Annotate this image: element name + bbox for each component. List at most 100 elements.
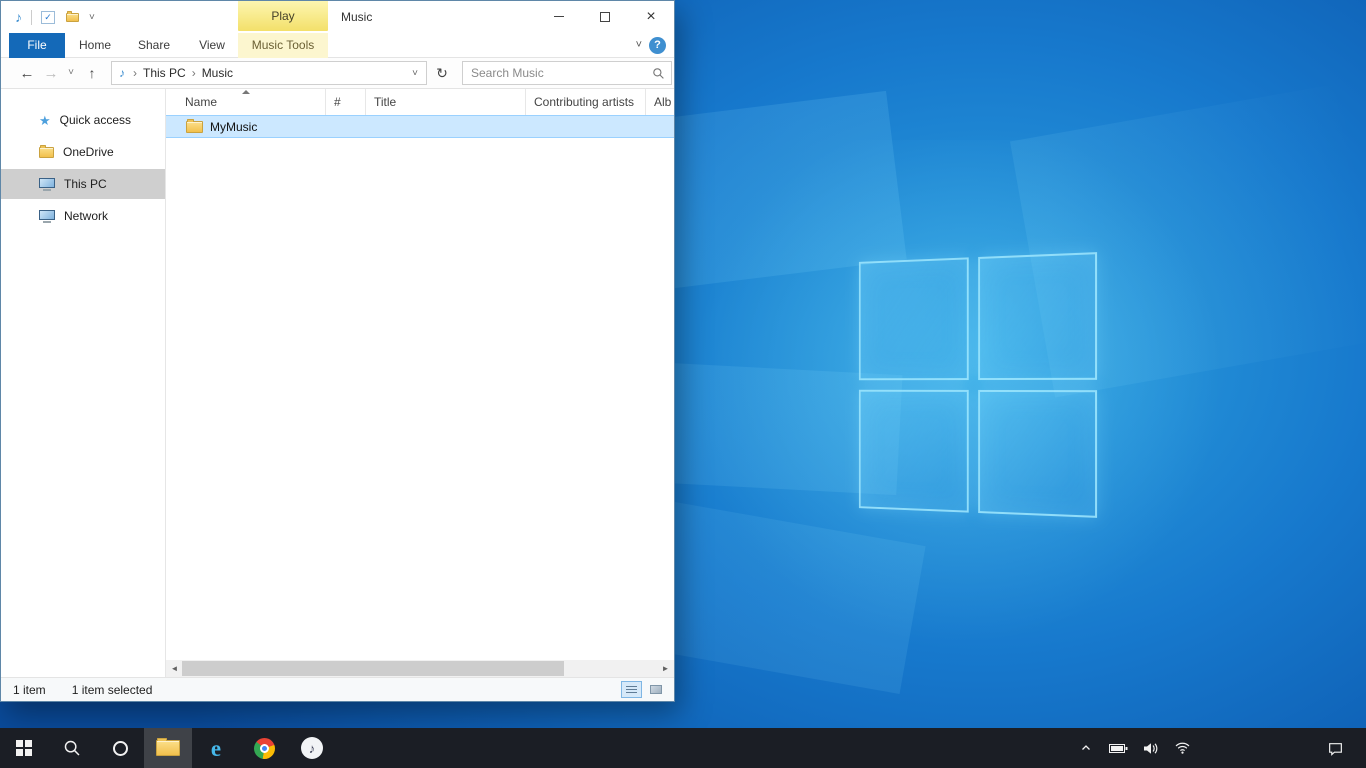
folder-icon: [186, 121, 203, 133]
close-button[interactable]: ×: [628, 1, 674, 32]
address-music-icon: ♪: [119, 66, 125, 80]
taskbar-file-explorer-button[interactable]: [144, 728, 192, 768]
windows-logo-pane: [978, 252, 1097, 380]
system-tray: [1076, 728, 1312, 768]
tab-file[interactable]: File: [9, 33, 65, 58]
sidebar-item-quick-access[interactable]: ★ Quick access: [1, 105, 165, 135]
sort-ascending-icon: [242, 90, 250, 94]
music-note-icon: ♪: [309, 742, 316, 755]
tab-home[interactable]: Home: [67, 33, 123, 58]
network-wifi-icon[interactable]: [1172, 734, 1192, 762]
qat-divider: [31, 10, 32, 25]
breadcrumb-separator-icon: ›: [186, 66, 202, 80]
contextual-tab-play[interactable]: Play: [238, 1, 328, 31]
titlebar[interactable]: ♪ ✓ ˅ Play Music ×: [1, 1, 674, 33]
qat-properties-icon[interactable]: ✓: [41, 11, 55, 24]
windows-logo-pane: [859, 390, 969, 513]
search-box[interactable]: [462, 61, 672, 85]
minimize-button[interactable]: [536, 1, 582, 32]
recent-locations-chevron-icon[interactable]: ˅: [63, 68, 79, 78]
column-header-title[interactable]: Title: [366, 89, 526, 115]
column-headers: Name # Title Contributing artists Alb: [166, 89, 674, 115]
thumbnails-view-button[interactable]: [645, 681, 666, 698]
taskbar-music-app-button[interactable]: ♪: [288, 728, 336, 768]
tab-share[interactable]: Share: [125, 33, 183, 58]
battery-icon[interactable]: [1108, 734, 1128, 762]
qat-customize-chevron-icon[interactable]: ˅: [89, 12, 95, 23]
taskbar-internet-explorer-button[interactable]: e: [192, 728, 240, 768]
tab-music-tools[interactable]: Music Tools: [238, 33, 328, 58]
forward-button[interactable]: →: [39, 66, 63, 81]
folder-icon: [39, 147, 54, 158]
network-icon: [39, 210, 55, 223]
sidebar-item-label: Network: [64, 209, 108, 223]
details-view-icon: [626, 686, 637, 693]
status-item-count: 1 item: [13, 683, 46, 697]
start-button[interactable]: [0, 728, 48, 768]
scroll-right-icon[interactable]: ►: [657, 660, 674, 677]
list-item-label: MyMusic: [210, 120, 257, 134]
details-view-button[interactable]: [621, 681, 642, 698]
taskbar: e ♪: [0, 728, 1366, 768]
breadcrumb-music[interactable]: Music: [202, 66, 233, 80]
breadcrumb-separator-icon: ›: [127, 66, 143, 80]
horizontal-scrollbar[interactable]: ◄ ►: [166, 660, 674, 677]
chrome-icon: [254, 738, 275, 759]
windows-logo-pane: [859, 257, 969, 380]
star-icon: ★: [39, 114, 51, 127]
tab-view[interactable]: View: [185, 33, 239, 58]
computer-icon: [39, 178, 55, 191]
breadcrumb-this-pc[interactable]: This PC: [143, 66, 186, 80]
file-list[interactable]: MyMusic: [166, 115, 674, 660]
taskbar-chrome-button[interactable]: [240, 728, 288, 768]
cortana-icon: [113, 741, 128, 756]
windows-logo-pane: [978, 390, 1097, 518]
search-icon: [652, 67, 665, 80]
column-header-album[interactable]: Alb: [646, 89, 674, 115]
help-button[interactable]: ?: [649, 37, 666, 54]
music-app-icon: ♪: [301, 737, 323, 759]
navigation-pane: ★ Quick access OneDrive This PC Network: [1, 89, 166, 677]
back-button[interactable]: ←: [15, 66, 39, 81]
search-icon: [63, 739, 81, 757]
sidebar-item-this-pc[interactable]: This PC: [1, 169, 165, 199]
cortana-button[interactable]: [96, 728, 144, 768]
maximize-button[interactable]: [582, 1, 628, 32]
sidebar-item-onedrive[interactable]: OneDrive: [1, 137, 165, 167]
caption-buttons: ×: [536, 1, 674, 32]
ribbon-tab-row: File Home Share View Music Tools ˅ ?: [1, 33, 674, 58]
scrollbar-thumb[interactable]: [182, 661, 564, 676]
window-body: ★ Quick access OneDrive This PC Network …: [1, 89, 674, 677]
explorer-window: ♪ ✓ ˅ Play Music × File Home Share View …: [0, 0, 675, 702]
file-explorer-icon: [156, 740, 180, 756]
close-icon: ×: [646, 9, 655, 25]
list-item-mymusic[interactable]: MyMusic: [166, 115, 674, 138]
up-button[interactable]: ↑: [79, 66, 105, 80]
sidebar-item-network[interactable]: Network: [1, 201, 165, 231]
app-music-icon[interactable]: ♪: [15, 10, 22, 24]
file-list-area: Name # Title Contributing artists Alb My…: [166, 89, 674, 677]
column-header-contributing-artists[interactable]: Contributing artists: [526, 89, 646, 115]
search-input[interactable]: [463, 66, 652, 80]
scroll-left-icon[interactable]: ◄: [166, 660, 183, 677]
maximize-icon: [600, 12, 610, 22]
window-title: Music: [341, 1, 372, 33]
taskbar-search-button[interactable]: [48, 728, 96, 768]
status-bar: 1 item 1 item selected: [1, 677, 674, 701]
qat-new-folder-icon[interactable]: [66, 13, 79, 22]
refresh-button[interactable]: ↻: [431, 65, 453, 82]
address-dropdown-chevron-icon[interactable]: ˅: [409, 68, 421, 79]
thumbnails-view-icon: [650, 685, 662, 694]
status-selection-count: 1 item selected: [72, 683, 153, 697]
sidebar-item-label: OneDrive: [63, 145, 114, 159]
hidden-icons-chevron-icon[interactable]: [1076, 734, 1096, 762]
column-header-number[interactable]: #: [326, 89, 366, 115]
expand-ribbon-chevron-icon[interactable]: ˅: [636, 33, 642, 57]
volume-icon[interactable]: [1140, 734, 1160, 762]
action-center-button[interactable]: [1312, 728, 1358, 768]
wallpaper-windows-logo: [859, 252, 1097, 518]
minimize-icon: [554, 16, 564, 17]
sidebar-item-label: Quick access: [60, 113, 131, 127]
address-bar[interactable]: ♪ › This PC › Music ˅: [111, 61, 427, 85]
internet-explorer-icon: e: [211, 737, 221, 760]
